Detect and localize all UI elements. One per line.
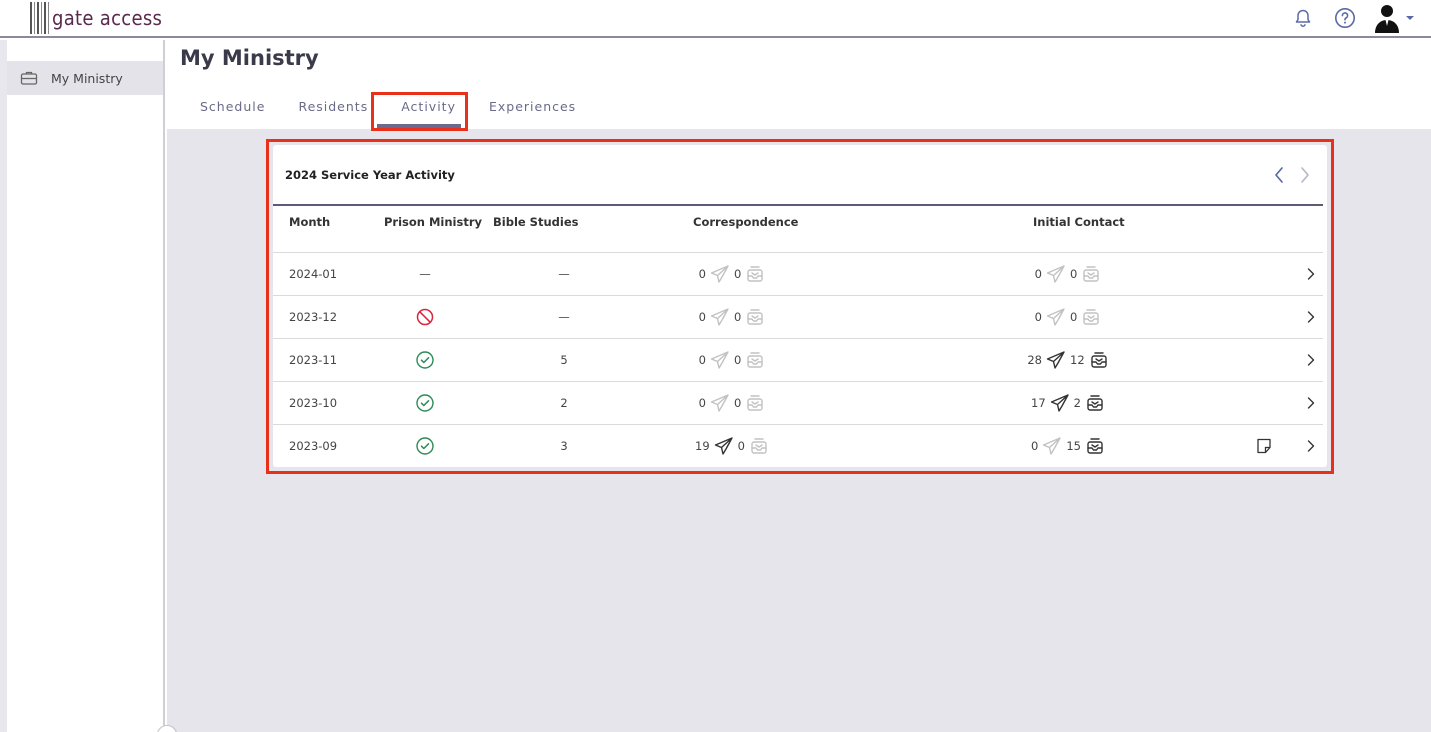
tab-residents[interactable]: Residents: [298, 99, 368, 114]
logo-text: gate access: [52, 6, 163, 30]
top-bar: gate access: [0, 0, 1431, 38]
page-title: My Ministry: [180, 46, 319, 70]
user-avatar-icon[interactable]: [1373, 4, 1417, 33]
sidebar: My Ministry ⇤: [0, 40, 177, 732]
activity-card-highlight: [266, 139, 1334, 474]
logo-bars-icon: [30, 2, 49, 34]
sidebar-item-my-ministry[interactable]: My Ministry: [0, 61, 163, 95]
tab-schedule[interactable]: Schedule: [200, 99, 265, 114]
page-header: My Ministry Schedule Residents Activity …: [167, 40, 1431, 129]
briefcase-icon: [19, 68, 39, 88]
sidebar-item-label: My Ministry: [51, 70, 123, 86]
activity-tab-highlight: [371, 92, 468, 131]
app-logo[interactable]: gate access: [30, 2, 162, 34]
help-icon[interactable]: [1331, 4, 1359, 32]
tab-experiences[interactable]: Experiences: [489, 99, 576, 114]
left-accent-stripe: [0, 40, 7, 732]
bell-icon[interactable]: [1289, 4, 1317, 32]
